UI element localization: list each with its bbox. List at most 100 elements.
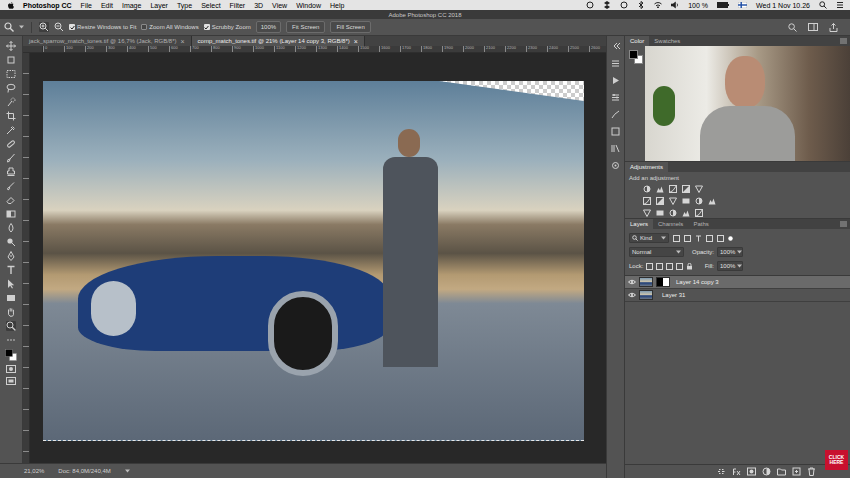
panel-tab[interactable]: Adjustments xyxy=(625,162,668,172)
panel-tab-label[interactable]: Swatches xyxy=(654,38,680,44)
canvas-area[interactable] xyxy=(30,53,606,463)
blend-mode-value[interactable]: Normal xyxy=(632,249,651,255)
eyedropper-tool-icon[interactable] xyxy=(6,125,16,135)
tab-label[interactable]: comp_match_tones.tif @ 21% (Layer 14 cop… xyxy=(198,38,350,44)
menu-item[interactable]: Filter xyxy=(230,2,246,9)
wifi-icon[interactable] xyxy=(654,1,662,9)
menu-item[interactable]: Type xyxy=(177,2,192,9)
checkbox[interactable] xyxy=(69,24,75,30)
gradient-tool-icon[interactable] xyxy=(6,209,16,219)
click-here-badge[interactable]: CLICK HERE xyxy=(825,450,848,470)
flag-icon[interactable] xyxy=(738,2,747,8)
blur-tool-icon[interactable] xyxy=(6,223,16,233)
hue-saturation-icon[interactable] xyxy=(643,197,651,205)
invert-icon[interactable] xyxy=(643,209,651,217)
battery-icon[interactable] xyxy=(717,2,729,8)
quick-mask-icon[interactable] xyxy=(6,365,16,373)
panel-tab-label[interactable]: Paths xyxy=(693,221,708,227)
brightness-contrast-icon[interactable] xyxy=(643,185,651,193)
fit-button[interactable]: Fill Screen xyxy=(330,21,370,33)
panel-tab-label[interactable]: Color xyxy=(630,38,644,44)
spotlight-search-icon[interactable] xyxy=(819,1,827,9)
dodge-tool-icon[interactable] xyxy=(6,237,16,247)
healing-brush-tool-icon[interactable] xyxy=(6,139,16,149)
character-icon[interactable] xyxy=(611,127,621,136)
black-white-icon[interactable] xyxy=(669,197,677,205)
brush-tool-icon[interactable] xyxy=(6,153,16,163)
filter-search-icon[interactable] xyxy=(632,235,638,241)
posterize-icon[interactable] xyxy=(656,209,664,217)
eraser-tool-icon[interactable] xyxy=(6,195,16,205)
checkbox-label[interactable]: Scrubby Zoom xyxy=(212,24,251,30)
type-filter-icon[interactable] xyxy=(695,235,702,242)
zoom-100-button[interactable]: 100% xyxy=(256,21,281,33)
layer-thumbnail[interactable] xyxy=(639,277,653,287)
zoom-out-icon[interactable] xyxy=(54,22,64,32)
vibrance-icon[interactable] xyxy=(695,185,703,193)
menu-item[interactable]: Help xyxy=(330,2,344,9)
checkbox-label[interactable]: Resize Windows to Fit xyxy=(77,24,136,30)
history-brush-tool-icon[interactable] xyxy=(6,181,16,191)
app-menu[interactable]: Photoshop CC xyxy=(23,2,72,9)
path-selection-tool-icon[interactable] xyxy=(6,279,16,289)
move-tool-icon[interactable] xyxy=(6,41,16,51)
lock-image-pixels-icon[interactable] xyxy=(656,263,663,270)
eye-icon[interactable] xyxy=(628,279,636,285)
checkbox-option[interactable]: Resize Windows to Fit xyxy=(69,24,136,30)
panel-tab-label[interactable]: Layers xyxy=(630,221,648,227)
panel-tab[interactable]: Paths xyxy=(688,219,713,229)
status-menu-icon[interactable] xyxy=(125,469,130,473)
checkbox[interactable] xyxy=(204,24,210,30)
share-icon[interactable] xyxy=(829,23,838,32)
rectangle-tool-icon[interactable] xyxy=(6,293,16,303)
menu-item[interactable]: Select xyxy=(201,2,220,9)
properties-icon[interactable] xyxy=(611,93,621,102)
menu-item[interactable]: 3D xyxy=(254,2,263,9)
new-layer-icon[interactable] xyxy=(792,467,801,476)
dropdown-arrow-icon[interactable] xyxy=(676,250,681,254)
zoom-level[interactable]: 21,02% xyxy=(24,468,44,474)
document-tab[interactable]: comp_match_tones.tif @ 21% (Layer 14 cop… xyxy=(192,36,365,46)
opacity-value[interactable]: 100% xyxy=(720,249,735,255)
eye-icon[interactable] xyxy=(628,292,636,298)
channel-mixer-icon[interactable] xyxy=(695,197,703,205)
color-lookup-icon[interactable] xyxy=(708,197,716,205)
preset-dropdown-icon[interactable] xyxy=(19,25,24,29)
zoom-tool-icon[interactable] xyxy=(6,321,16,331)
menu-item[interactable]: View xyxy=(272,2,287,9)
composite-image[interactable] xyxy=(43,81,584,441)
badge-text[interactable]: CLICK HERE xyxy=(826,455,847,466)
adjustment-filter-icon[interactable] xyxy=(684,235,691,242)
delete-layer-icon[interactable] xyxy=(807,467,816,476)
zoom-tool-icon[interactable] xyxy=(4,22,14,32)
panel-tab[interactable]: Layers xyxy=(625,219,653,229)
menu-item[interactable]: File xyxy=(81,2,92,9)
panel-tab-label[interactable]: Channels xyxy=(658,221,683,227)
quick-selection-tool-icon[interactable] xyxy=(6,97,16,107)
checkbox-option[interactable]: Zoom All Windows xyxy=(141,24,198,30)
panel-tab[interactable]: Channels xyxy=(653,219,688,229)
bluetooth-icon[interactable] xyxy=(637,1,645,9)
foreground-background-colors-icon[interactable] xyxy=(5,349,17,361)
panel-menu-icon[interactable] xyxy=(839,37,848,45)
threshold-icon[interactable] xyxy=(669,209,677,217)
new-group-icon[interactable] xyxy=(777,467,786,476)
tab-close-button[interactable]: × xyxy=(354,38,358,45)
new-adjustment-layer-icon[interactable] xyxy=(762,467,771,476)
screen-mode-icon[interactable] xyxy=(6,377,16,385)
panel-tab[interactable]: Swatches xyxy=(649,36,685,46)
notification-center-icon[interactable] xyxy=(836,1,844,9)
glyphs-icon[interactable] xyxy=(611,161,621,170)
marquee-tool-icon[interactable] xyxy=(6,69,16,79)
tab-close-button[interactable]: × xyxy=(180,38,184,45)
document-tab[interactable]: jack_sparrow_match_tones.tif @ 16,7% (Ja… xyxy=(23,36,192,46)
menu-item[interactable]: Edit xyxy=(101,2,113,9)
checkbox-label[interactable]: Zoom All Windows xyxy=(149,24,198,30)
apple-icon[interactable] xyxy=(8,2,14,9)
checkbox-option[interactable]: Scrubby Zoom xyxy=(204,24,251,30)
panel-menu-icon[interactable] xyxy=(839,220,848,228)
add-mask-icon[interactable] xyxy=(747,467,756,476)
dropbox-icon[interactable] xyxy=(603,1,611,9)
crop-tool-icon[interactable] xyxy=(6,111,16,121)
tab-label[interactable]: jack_sparrow_match_tones.tif @ 16,7% (Ja… xyxy=(29,38,176,44)
